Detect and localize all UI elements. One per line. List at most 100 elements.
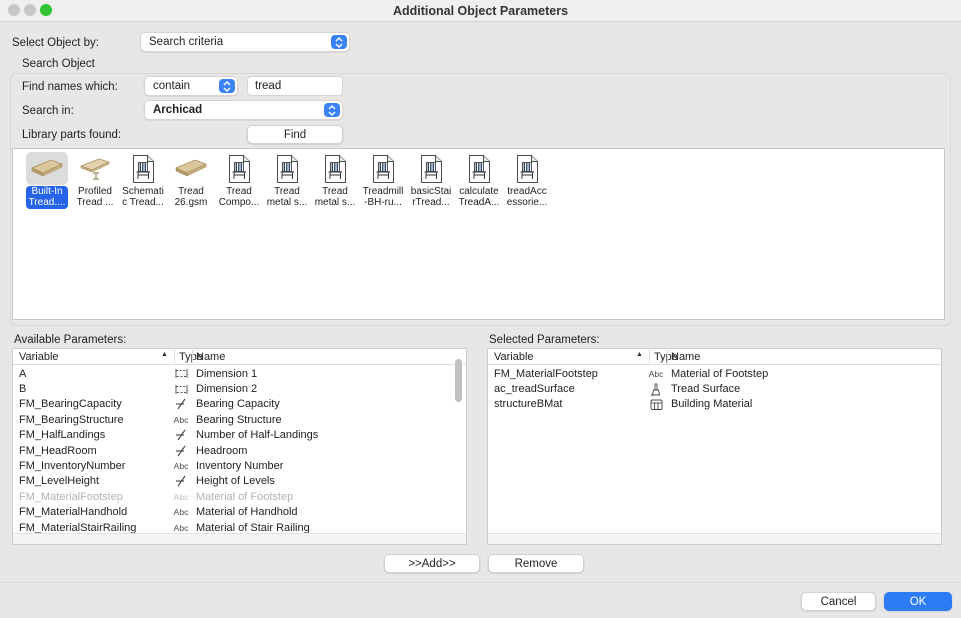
library-part-label: Schemati c Tread... [122,186,164,208]
parameter-row[interactable]: FM_BearingCapacity Bearing Capacity [13,397,466,412]
library-part-item[interactable]: calculate TreadA... [455,152,503,209]
library-part-label: Built-In Tread.... [25,186,69,209]
parameter-row[interactable]: structureBMat Building Material [488,397,941,412]
table-header[interactable]: Variable ▲ Type Name [13,349,466,365]
library-part-item[interactable]: Tread 26.gsm [167,152,215,209]
dimension-icon [170,384,192,395]
parameter-name: Building Material [671,398,753,411]
parameter-row[interactable]: FM_HalfLandings Number of Half-Landings [13,428,466,443]
column-divider [649,350,650,363]
available-parameters-table[interactable]: Variable ▲ Type Name A Dimension 1 B Dimens… [12,348,467,545]
library-part-item[interactable]: Built-In Tread.... [23,152,71,209]
search-query-value: tread [255,80,282,92]
library-part-label: Tread 26.gsm [174,186,208,208]
vertical-scrollbar-thumb[interactable] [455,359,462,402]
parameter-name: Inventory Number [196,460,284,473]
find-operator-dropdown[interactable]: contain [144,76,238,96]
library-part-item[interactable]: basicStai rTread... [407,152,455,209]
parameter-name: Material of Footstep [196,490,294,503]
library-part-item[interactable]: Schemati c Tread... [119,152,167,209]
column-header-variable[interactable]: Variable [494,351,534,363]
column-divider [667,350,668,363]
library-part-label: basicStai rTread... [410,186,452,208]
parameter-row[interactable]: FM_MaterialHandhold Abc Material of Handho… [13,505,466,520]
parameter-row[interactable]: FM_LevelHeight Height of Levels [13,474,466,489]
search-query-input[interactable]: tread [247,76,343,96]
parameter-row[interactable]: A Dimension 1 [13,366,466,381]
parameter-row[interactable]: FM_MaterialFootstep Abc Material of Footst… [488,366,941,381]
bmat-icon [645,398,667,411]
sort-ascending-icon: ▲ [161,351,168,358]
remove-button-label: Remove [514,557,558,570]
available-parameters-rows: A Dimension 1 B Dimension 2 FM_BearingCapaci… [13,366,466,535]
column-header-name[interactable]: Name [671,351,700,363]
gdl-doc-icon [266,152,308,185]
library-part-label: Tread metal s... [314,186,356,208]
parameter-variable: FM_HeadRoom [19,444,97,457]
parameter-name: Bearing Structure [196,413,282,426]
library-part-item[interactable]: Tread metal s... [263,152,311,209]
parameter-row[interactable]: FM_MaterialFootstep Abc Material of Footst… [13,489,466,504]
library-part-item[interactable]: Tread metal s... [311,152,359,209]
search-in-label: Search in: [22,105,74,117]
library-part-item[interactable]: treadAcc essorie... [503,152,551,209]
library-parts-panel[interactable]: Built-In Tread.... Profiled Tread ... Schema… [12,148,945,320]
number-icon [170,475,192,487]
parameter-variable: FM_MaterialStairRailing [19,521,137,534]
window-title: Additional Object Parameters [392,4,569,18]
library-parts-found-label: Library parts found: [22,129,122,141]
parameter-row[interactable]: FM_BearingStructure Abc Bearing Structure [13,412,466,427]
parameter-name: Dimension 2 [196,383,258,396]
select-object-by-dropdown[interactable]: Search criteria [140,32,350,52]
remove-button[interactable]: Remove [488,554,584,573]
parameter-variable: A [19,367,27,380]
parameter-name: Material of Stair Railing [196,521,310,534]
cancel-button-label: Cancel [820,595,857,608]
cancel-button[interactable]: Cancel [801,592,876,611]
number-icon [170,429,192,441]
parameter-variable: FM_LevelHeight [19,475,100,488]
tread-plank-icon [170,152,212,185]
library-part-item[interactable]: Treadmill -BH-ru... [359,152,407,209]
table-header[interactable]: Variable ▲ Type Name [488,349,941,365]
abc-icon: Abc [173,491,189,502]
dialog-additional-object-parameters: Additional Object Parameters Select Obje… [0,0,961,618]
parameter-variable: FM_MaterialFootstep [494,367,598,380]
column-header-variable[interactable]: Variable [19,351,59,363]
parameter-name: Tread Surface [671,383,741,396]
parameter-row[interactable]: FM_HeadRoom Headroom [13,443,466,458]
abc-icon: Abc [173,507,189,518]
library-part-label: Tread Compo... [218,186,260,208]
parameter-row[interactable]: B Dimension 2 [13,381,466,396]
gdl-doc-icon [218,152,260,185]
brush-icon [645,383,667,396]
library-part-item[interactable]: Tread Compo... [215,152,263,209]
library-part-label: Tread metal s... [266,186,308,208]
parameter-name: Height of Levels [196,475,275,488]
number-icon [170,445,192,457]
parameter-variable: FM_InventoryNumber [19,460,126,473]
number-icon [170,398,192,410]
table-bottom-strip [13,533,466,544]
selected-parameters-table[interactable]: Variable ▲ Type Name FM_MaterialFootstep… [487,348,942,545]
find-button[interactable]: Find [247,125,343,144]
add-button[interactable]: >>Add>> [384,554,480,573]
footer-divider [0,582,961,583]
column-header-name[interactable]: Name [196,351,225,363]
select-object-by-label: Select Object by: [12,37,99,49]
parameter-row[interactable]: ac_treadSurface Tread Surface [488,381,941,396]
column-divider [192,350,193,363]
search-in-dropdown[interactable]: Archicad [144,100,343,120]
parameter-variable: structureBMat [494,398,563,411]
gdl-doc-icon [362,152,404,185]
abc-icon: Abc [173,414,189,425]
parameter-row[interactable]: FM_InventoryNumber Abc Inventory Number [13,458,466,473]
parameter-variable: ac_treadSurface [494,383,575,396]
gdl-doc-icon [506,152,548,185]
library-part-label: Treadmill -BH-ru... [362,186,404,208]
ok-button[interactable]: OK [884,592,952,611]
gdl-doc-icon [122,152,164,185]
parameter-variable: FM_BearingStructure [19,413,124,426]
abc-icon: Abc [173,522,189,533]
library-part-item[interactable]: Profiled Tread ... [71,152,119,209]
